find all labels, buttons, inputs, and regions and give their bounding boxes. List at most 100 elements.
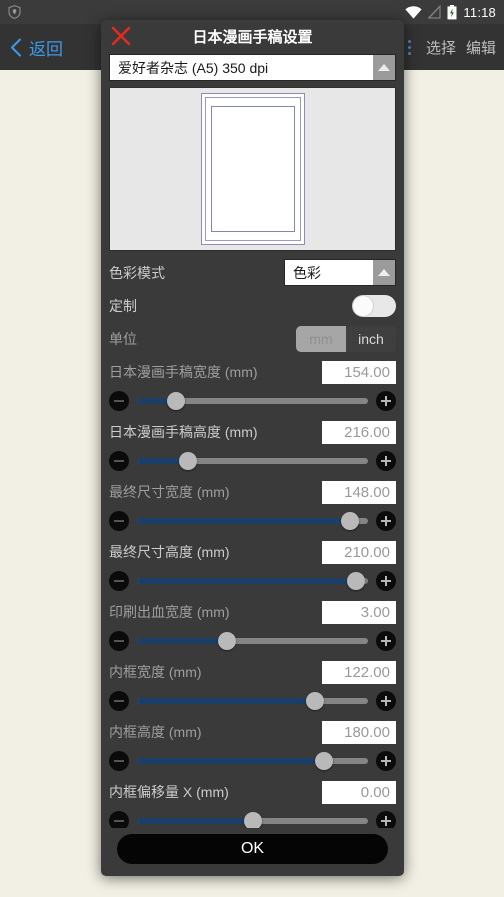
- status-bar-right: 11:18: [405, 4, 496, 20]
- slider-label: 内框偏移量 X (mm): [109, 784, 229, 800]
- minus-icon[interactable]: [109, 691, 129, 711]
- toggle-knob: [353, 296, 373, 316]
- slider-value-input[interactable]: 122.00: [322, 660, 396, 684]
- slider-block-manuscript-width: 日本漫画手稿宽度 (mm) 154.00: [109, 360, 396, 412]
- custom-toggle[interactable]: [352, 295, 396, 317]
- slider-value-input[interactable]: 0.00: [322, 780, 396, 804]
- slider-track[interactable]: [137, 572, 368, 590]
- slider-track[interactable]: [137, 752, 368, 770]
- color-mode-dropdown[interactable]: 色彩: [284, 259, 396, 286]
- slider-value-input[interactable]: 148.00: [322, 480, 396, 504]
- back-label: 返回: [29, 39, 63, 59]
- slider-control: [109, 510, 396, 532]
- plus-icon[interactable]: [376, 631, 396, 651]
- plus-icon[interactable]: [376, 511, 396, 531]
- minus-icon[interactable]: [109, 631, 129, 651]
- slider-block-inner-offset-x: 内框偏移量 X (mm) 0.00: [109, 780, 396, 828]
- slider-thumb[interactable]: [347, 572, 366, 590]
- minus-icon[interactable]: [109, 571, 129, 591]
- minus-icon[interactable]: [109, 511, 129, 531]
- preset-value: 爱好者杂志 (A5) 350 dpi: [110, 55, 373, 80]
- dialog-body: 爱好者杂志 (A5) 350 dpi 色彩模式 色彩 定制 单位 mm inch…: [101, 52, 404, 828]
- slider-label-row: 内框宽度 (mm) 122.00: [109, 660, 396, 684]
- minus-icon[interactable]: [109, 391, 129, 411]
- manga-manuscript-settings-dialog: 日本漫画手稿设置 爱好者杂志 (A5) 350 dpi 色彩模式 色彩 定制 单…: [101, 20, 404, 876]
- slider-track[interactable]: [137, 692, 368, 710]
- slider-track[interactable]: [137, 392, 368, 410]
- slider-value-input[interactable]: 210.00: [322, 540, 396, 564]
- chevron-up-icon[interactable]: [373, 55, 395, 80]
- unit-option-inch[interactable]: inch: [346, 326, 396, 352]
- plus-icon[interactable]: [376, 751, 396, 771]
- slider-track[interactable]: [137, 632, 368, 650]
- dialog-header: 日本漫画手稿设置: [101, 20, 404, 52]
- unit-option-mm[interactable]: mm: [296, 326, 346, 352]
- slider-value-input[interactable]: 154.00: [322, 360, 396, 384]
- select-button[interactable]: 选择: [426, 37, 456, 58]
- preset-dropdown[interactable]: 爱好者杂志 (A5) 350 dpi: [109, 54, 396, 81]
- slider-value-input[interactable]: 216.00: [322, 420, 396, 444]
- slider-thumb[interactable]: [243, 812, 262, 828]
- preview-bleed-area: [200, 93, 305, 245]
- custom-row: 定制: [109, 294, 396, 318]
- slider-label-row: 内框偏移量 X (mm) 0.00: [109, 780, 396, 804]
- color-mode-label: 色彩模式: [109, 264, 165, 281]
- close-icon[interactable]: [109, 24, 133, 48]
- slider-control: [109, 690, 396, 712]
- minus-icon[interactable]: [109, 451, 129, 471]
- slider-value-input[interactable]: 180.00: [322, 720, 396, 744]
- slider-label: 最终尺寸宽度 (mm): [109, 484, 230, 500]
- slider-list: 日本漫画手稿宽度 (mm) 154.00 日本漫画手稿高度 (mm) 216.0…: [109, 360, 396, 828]
- slider-thumb[interactable]: [178, 452, 197, 470]
- chevron-up-icon[interactable]: [373, 260, 395, 285]
- slider-label-row: 最终尺寸宽度 (mm) 148.00: [109, 480, 396, 504]
- custom-label: 定制: [109, 298, 137, 314]
- plus-icon[interactable]: [376, 811, 396, 828]
- slider-thumb[interactable]: [315, 752, 334, 770]
- slider-label-row: 日本漫画手稿宽度 (mm) 154.00: [109, 360, 396, 384]
- slider-control: [109, 810, 396, 828]
- slider-track[interactable]: [137, 452, 368, 470]
- battery-charging-icon: [447, 4, 457, 20]
- slider-block-inner-frame-height: 内框高度 (mm) 180.00: [109, 720, 396, 772]
- minus-icon[interactable]: [109, 751, 129, 771]
- slider-label-row: 印刷出血宽度 (mm) 3.00: [109, 600, 396, 624]
- slider-label: 最终尺寸高度 (mm): [109, 544, 230, 560]
- plus-icon[interactable]: [376, 691, 396, 711]
- plus-icon[interactable]: [376, 391, 396, 411]
- units-segmented-control[interactable]: mm inch: [296, 326, 396, 352]
- wifi-icon: [405, 5, 423, 19]
- slider-track[interactable]: [137, 812, 368, 828]
- slider-block-final-width: 最终尺寸宽度 (mm) 148.00: [109, 480, 396, 532]
- slider-label: 日本漫画手稿高度 (mm): [109, 424, 258, 440]
- slider-thumb[interactable]: [340, 512, 359, 530]
- units-row: 单位 mm inch: [109, 326, 396, 352]
- slider-label-row: 最终尺寸高度 (mm) 210.00: [109, 540, 396, 564]
- app-screen: 11:18 返回 我的图库 (0): [0, 0, 504, 897]
- kebab-menu-icon[interactable]: [403, 38, 416, 57]
- ok-button[interactable]: OK: [117, 834, 388, 864]
- slider-control: [109, 390, 396, 412]
- preset-row: 爱好者杂志 (A5) 350 dpi: [109, 54, 396, 81]
- slider-label-row: 内框高度 (mm) 180.00: [109, 720, 396, 744]
- slider-control: [109, 570, 396, 592]
- units-label: 单位: [109, 331, 137, 347]
- slider-block-final-height: 最终尺寸高度 (mm) 210.00: [109, 540, 396, 592]
- status-bar-clock: 11:18: [463, 4, 496, 20]
- slider-control: [109, 750, 396, 772]
- status-bar-left: [8, 5, 21, 19]
- slider-thumb[interactable]: [218, 632, 237, 650]
- preview-inner-frame: [210, 106, 295, 232]
- minus-icon[interactable]: [109, 811, 129, 828]
- slider-thumb[interactable]: [305, 692, 324, 710]
- slider-block-inner-frame-width: 内框宽度 (mm) 122.00: [109, 660, 396, 712]
- plus-icon[interactable]: [376, 451, 396, 471]
- back-button[interactable]: 返回: [0, 35, 63, 60]
- slider-track[interactable]: [137, 512, 368, 530]
- plus-icon[interactable]: [376, 571, 396, 591]
- edit-button[interactable]: 编辑: [466, 37, 496, 58]
- chevron-left-icon: [10, 38, 22, 57]
- slider-thumb[interactable]: [167, 392, 186, 410]
- slider-control: [109, 630, 396, 652]
- slider-value-input[interactable]: 3.00: [322, 600, 396, 624]
